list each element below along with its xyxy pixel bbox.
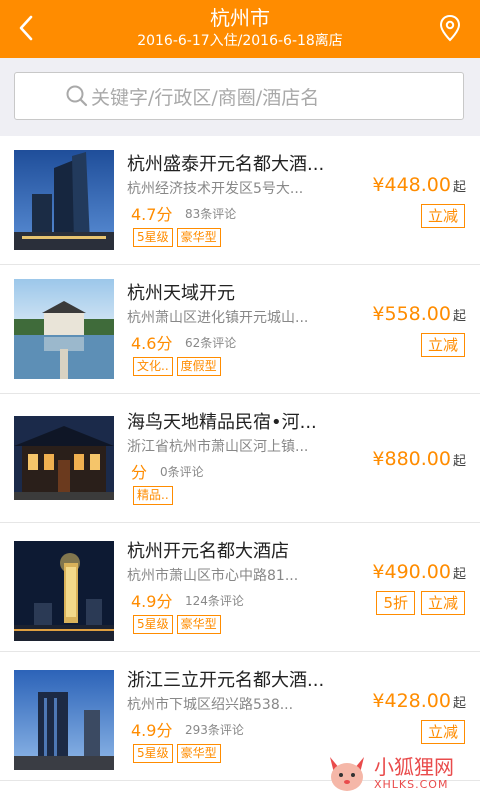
price-amount: ¥490.00 (372, 561, 451, 583)
promo-buttons: 立减 (420, 333, 465, 357)
discount-badge[interactable]: 立减 (420, 333, 465, 357)
hotel-list[interactable]: 杭州盛泰开元名都大酒... 杭州经济技术开发区5号大... 4.7分 83条评论… (0, 136, 480, 800)
hotel-name: 杭州天域开元 (127, 283, 235, 304)
discount-badge[interactable]: 立减 (420, 591, 465, 615)
hotel-name: 海鸟天地精品民宿•河... (127, 412, 317, 433)
search-icon (65, 84, 89, 108)
promo-buttons: 立减 (420, 720, 465, 744)
hotel-name: 杭州开元名都大酒店 (127, 541, 289, 562)
hotel-price: ¥448.00 起 (372, 174, 466, 196)
price-amount: ¥880.00 (372, 448, 451, 470)
hotel-tag: 豪华型 (176, 228, 221, 247)
hotel-address: 杭州市下城区绍兴路538... (127, 697, 294, 713)
search-placeholder: 关键字/行政区/商圈/酒店名 (91, 86, 320, 109)
hotel-reviews: 0条评论 (160, 465, 204, 479)
hotel-address: 杭州萧山区进化镇开元城山... (127, 310, 309, 326)
hotel-address: 杭州市萧山区市心中路81... (127, 568, 299, 584)
hotel-photo (14, 150, 114, 250)
hotel-item[interactable]: 浙江三立开元名都大酒... 杭州市下城区绍兴路538... 4.9分 293条评… (0, 652, 480, 781)
location-button[interactable] (428, 6, 472, 50)
hotel-photo (14, 416, 114, 500)
search-input[interactable]: 关键字/行政区/商圈/酒店名 (14, 72, 464, 120)
hotel-item[interactable]: 杭州天域开元 杭州萧山区进化镇开元城山... 4.6分 62条评论 文化.. 度… (0, 265, 480, 394)
hotel-tags: 5星级 豪华型 (133, 615, 221, 634)
hotel-tag: 豪华型 (176, 744, 221, 763)
hotel-item[interactable]: 海鸟天地精品民宿•河... 浙江省杭州市萧山区河上镇... 分 0条评论 精品.… (0, 394, 480, 523)
search-area: 关键字/行政区/商圈/酒店名 (0, 58, 480, 136)
hotel-score: 分 (131, 463, 148, 482)
hotel-tag: 文化.. (133, 357, 173, 376)
hotel-tags: 5星级 豪华型 (133, 744, 221, 763)
date-range: 2016-6-17入住/2016-6-18离店 (137, 33, 343, 49)
price-suffix: 起 (452, 180, 466, 195)
hotel-tag: 豪华型 (176, 615, 221, 634)
hotel-score: 4.9分 (131, 592, 173, 611)
hotel-name: 浙江三立开元名都大酒... (127, 670, 325, 691)
price-amount: ¥558.00 (372, 303, 451, 325)
hotel-tag: 精品.. (133, 486, 173, 505)
hotel-tag: 5星级 (133, 744, 173, 763)
hotel-reviews: 62条评论 (185, 336, 237, 350)
hotel-tags: 5星级 豪华型 (133, 228, 221, 247)
hotel-score: 4.9分 (131, 721, 173, 740)
hotel-tags: 精品.. (133, 486, 173, 505)
price-amount: ¥448.00 (372, 174, 451, 196)
hotel-price: ¥558.00 起 (372, 303, 466, 325)
price-suffix: 起 (452, 454, 466, 469)
price-suffix: 起 (452, 696, 466, 711)
hotel-price: ¥428.00 起 (372, 690, 466, 712)
promo-buttons: 立减 (420, 204, 465, 228)
price-amount: ¥428.00 (372, 690, 451, 712)
price-suffix: 起 (452, 567, 466, 582)
half-price-badge[interactable]: 5折 (376, 591, 415, 615)
hotel-photo (14, 541, 114, 641)
hotel-photo (14, 670, 114, 770)
hotel-item[interactable]: 杭州开元名都大酒店 杭州市萧山区市心中路81... 4.9分 124条评论 5星… (0, 523, 480, 652)
price-suffix: 起 (452, 309, 466, 324)
discount-badge[interactable]: 立减 (420, 720, 465, 744)
hotel-reviews: 83条评论 (185, 207, 237, 221)
hotel-address: 浙江省杭州市萧山区河上镇... (127, 439, 309, 455)
top-bar: 杭州市 2016-6-17入住/2016-6-18离店 (0, 0, 480, 58)
city-title: 杭州市 (210, 6, 270, 30)
hotel-photo (14, 279, 114, 379)
hotel-name: 杭州盛泰开元名都大酒... (127, 154, 325, 175)
hotel-tag: 5星级 (133, 615, 173, 634)
hotel-item[interactable]: 杭州盛泰开元名都大酒... 杭州经济技术开发区5号大... 4.7分 83条评论… (0, 136, 480, 265)
discount-badge[interactable]: 立减 (420, 204, 465, 228)
hotel-score: 4.6分 (131, 334, 173, 353)
hotel-score: 4.7分 (131, 205, 173, 224)
hotel-tag: 5星级 (133, 228, 173, 247)
hotel-price: ¥490.00 起 (372, 561, 466, 583)
hotel-price: ¥880.00 起 (372, 448, 466, 470)
map-pin-icon (439, 14, 461, 42)
hotel-tags: 文化.. 度假型 (133, 357, 221, 376)
hotel-reviews: 293条评论 (185, 723, 244, 737)
hotel-tag: 度假型 (176, 357, 221, 376)
promo-buttons: 5折 立减 (376, 591, 465, 615)
hotel-address: 杭州经济技术开发区5号大... (127, 181, 304, 197)
hotel-reviews: 124条评论 (185, 594, 244, 608)
